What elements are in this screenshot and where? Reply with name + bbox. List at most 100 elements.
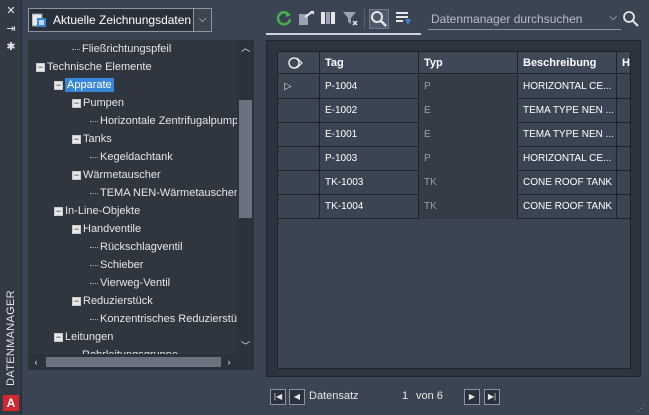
- cell-tag[interactable]: TK-1004: [320, 195, 419, 219]
- chevron-down-icon[interactable]: ⌵: [193, 9, 211, 31]
- columns-button[interactable]: [318, 9, 338, 29]
- clear-filter-button[interactable]: [340, 9, 360, 29]
- cell-tag[interactable]: E-1002: [320, 99, 419, 123]
- tree-item[interactable]: Fließrichtungspfeil: [72, 40, 171, 58]
- cell-beschreibung[interactable]: HORIZONTAL CE...: [518, 75, 617, 99]
- collapse-icon[interactable]: −: [72, 170, 81, 180]
- tree-item[interactable]: Schieber: [90, 256, 143, 274]
- tree-item[interactable]: TEMA NEN-Wärmetauscher: [90, 184, 238, 202]
- tree-item[interactable]: − Technische Elemente: [36, 58, 152, 76]
- cell-typ[interactable]: TK: [419, 195, 518, 219]
- app-logo[interactable]: A: [3, 395, 19, 411]
- collapse-icon[interactable]: −: [54, 80, 63, 90]
- tree-item[interactable]: − Tanks: [72, 130, 112, 148]
- search-icon[interactable]: [622, 10, 640, 28]
- cell-beschreibung[interactable]: CONE ROOF TANK: [518, 195, 617, 219]
- cell-h[interactable]: [617, 147, 630, 171]
- gear-icon[interactable]: ✱: [4, 40, 18, 54]
- cell-typ[interactable]: E: [419, 123, 518, 147]
- tree-item[interactable]: Konzentrisches Reduzierstück: [90, 310, 248, 328]
- zoom-to-button[interactable]: [369, 9, 389, 29]
- table-row[interactable]: E-1002 E TEMA TYPE NEN ...: [278, 99, 630, 123]
- search-input[interactable]: Datenmanager durchsuchen ⌵: [428, 10, 621, 30]
- collapse-icon[interactable]: −: [72, 224, 81, 234]
- cell-typ[interactable]: P: [419, 147, 518, 171]
- cell-beschreibung[interactable]: CONE ROOF TANK: [518, 171, 617, 195]
- row-marker[interactable]: [278, 195, 320, 219]
- record-current[interactable]: 1: [402, 390, 408, 402]
- select-all-header[interactable]: [278, 52, 320, 74]
- tree-item[interactable]: Rückschlagventil: [90, 238, 183, 256]
- data-grid[interactable]: Tag Typ Beschreibung H ▷ P-1004 P HORIZONTA…: [277, 51, 631, 369]
- tree-item[interactable]: Vierweg-Ventil: [90, 274, 170, 292]
- cell-h[interactable]: [617, 171, 630, 195]
- cell-tag[interactable]: E-1001: [320, 123, 419, 147]
- cell-typ[interactable]: TK: [419, 171, 518, 195]
- tree-horizontal-scrollbar[interactable]: ‹ ›: [28, 354, 237, 370]
- row-marker[interactable]: [278, 171, 320, 195]
- data-source-select[interactable]: Aktuelle Zeichnungsdaten ⌵: [28, 8, 212, 32]
- table-row[interactable]: E-1001 E TEMA TYPE NEN ...: [278, 123, 630, 147]
- tree-item[interactable]: − Leitungen: [54, 328, 113, 346]
- tree-item[interactable]: − Apparate: [54, 76, 114, 94]
- cell-tag[interactable]: P-1003: [320, 147, 419, 171]
- scroll-right-icon[interactable]: ›: [221, 354, 237, 370]
- first-record-button[interactable]: |◀: [270, 389, 286, 405]
- table-row[interactable]: TK-1003 TK CONE ROOF TANK: [278, 171, 630, 195]
- tree-item[interactable]: − Handventile: [72, 220, 141, 238]
- table-row[interactable]: TK-1004 TK CONE ROOF TANK: [278, 195, 630, 219]
- tree-item-label: Pumpen: [83, 97, 124, 109]
- next-record-button[interactable]: ▶: [464, 389, 480, 405]
- cell-tag[interactable]: P-1004: [320, 75, 419, 99]
- tree-item[interactable]: Rohrleitungsgruppe: [72, 346, 178, 354]
- tree-item[interactable]: Kegeldachtank: [90, 148, 173, 166]
- previous-record-button[interactable]: ◀: [289, 389, 305, 405]
- export-button[interactable]: [296, 9, 316, 29]
- tree-item[interactable]: Horizontale Zentrifugalpumpe: [90, 112, 244, 130]
- cell-h[interactable]: [617, 99, 630, 123]
- auto-hide-icon[interactable]: ⇥: [4, 22, 18, 36]
- scroll-thumb[interactable]: [239, 100, 252, 218]
- cell-beschreibung[interactable]: TEMA TYPE NEN ...: [518, 99, 617, 123]
- refresh-button[interactable]: [274, 9, 294, 29]
- scroll-down-icon[interactable]: ﹀: [237, 338, 254, 354]
- collapse-icon[interactable]: −: [54, 332, 63, 342]
- column-header-typ[interactable]: Typ: [419, 52, 518, 74]
- table-row[interactable]: P-1003 P HORIZONTAL CE...: [278, 147, 630, 171]
- chevron-down-icon[interactable]: ⌵: [609, 12, 617, 23]
- column-header-h[interactable]: H: [617, 52, 630, 74]
- collapse-icon[interactable]: −: [72, 134, 81, 144]
- cell-tag[interactable]: TK-1003: [320, 171, 419, 195]
- row-marker[interactable]: [278, 123, 320, 147]
- tree-view[interactable]: Fließrichtungspfeil − Technische Elemente −…: [28, 40, 254, 354]
- cell-h[interactable]: [617, 75, 630, 99]
- tree-vertical-scrollbar[interactable]: ︿ ﹀: [237, 40, 254, 354]
- collapse-icon[interactable]: −: [72, 98, 81, 108]
- cell-typ[interactable]: E: [419, 99, 518, 123]
- select-filter-button[interactable]: [393, 9, 413, 29]
- cell-h[interactable]: [617, 123, 630, 147]
- row-marker[interactable]: [278, 99, 320, 123]
- cell-beschreibung[interactable]: TEMA TYPE NEN ...: [518, 123, 617, 147]
- scroll-up-icon[interactable]: ︿: [237, 40, 254, 56]
- scroll-thumb[interactable]: [46, 357, 221, 367]
- resize-grip-icon[interactable]: ⋰: [637, 403, 647, 413]
- column-header-beschreibung[interactable]: Beschreibung: [518, 52, 617, 74]
- cell-beschreibung[interactable]: HORIZONTAL CE...: [518, 147, 617, 171]
- tree-item[interactable]: − Reduzierstück: [72, 292, 153, 310]
- tree-item[interactable]: − Wärmetauscher: [72, 166, 161, 184]
- collapse-icon[interactable]: −: [54, 206, 63, 216]
- tree-item[interactable]: − In-Line-Objekte: [54, 202, 140, 220]
- column-header-tag[interactable]: Tag: [320, 52, 419, 74]
- scroll-left-icon[interactable]: ‹: [28, 354, 44, 370]
- close-icon[interactable]: ✕: [4, 4, 18, 18]
- last-record-button[interactable]: ▶|: [484, 389, 500, 405]
- cell-typ[interactable]: P: [419, 75, 518, 99]
- cell-h[interactable]: [617, 195, 630, 219]
- collapse-icon[interactable]: −: [72, 296, 81, 306]
- table-row[interactable]: ▷ P-1004 P HORIZONTAL CE...: [278, 75, 630, 99]
- collapse-icon[interactable]: −: [36, 62, 45, 72]
- row-marker[interactable]: ▷: [278, 75, 320, 99]
- tree-item[interactable]: − Pumpen: [72, 94, 124, 112]
- row-marker[interactable]: [278, 147, 320, 171]
